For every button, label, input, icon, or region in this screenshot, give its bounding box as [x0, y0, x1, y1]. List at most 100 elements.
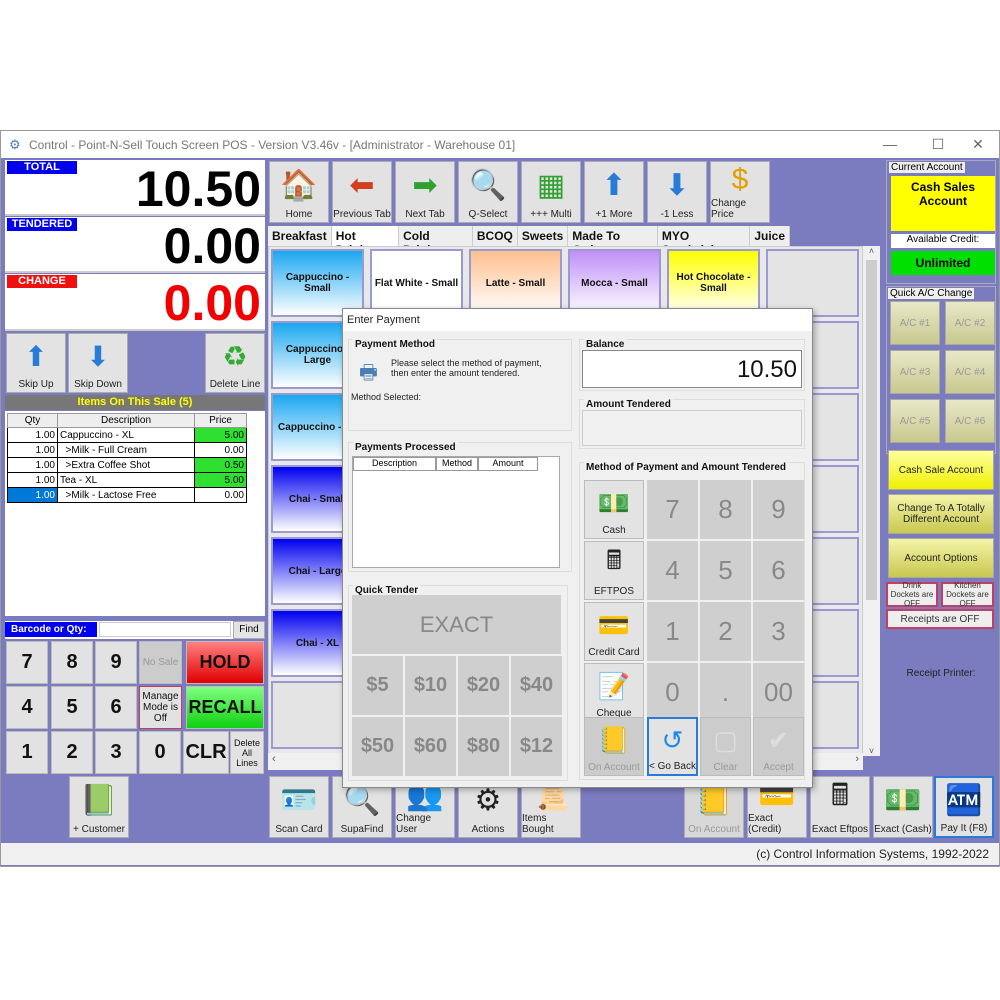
drink-dockets-toggle[interactable]: Drink Dockets are OFF: [886, 581, 938, 608]
tab-bcoq[interactable]: BCOQ: [473, 226, 518, 246]
maximize-button[interactable]: ☐: [917, 131, 959, 158]
on-account-button[interactable]: 📒 On Account: [584, 717, 644, 776]
keypad-0[interactable]: 0: [139, 731, 181, 774]
tab-cold-drinks[interactable]: Cold Drinks: [399, 226, 473, 257]
keypad-5[interactable]: 5: [51, 686, 93, 729]
sale-item-row[interactable]: 1.00 Tea - XL 5.00: [7, 472, 247, 488]
quick-tender-button[interactable]: $10: [405, 656, 456, 715]
keypad-3[interactable]: 3: [95, 731, 137, 774]
toolbar-1-more-button[interactable]: ⬆ +1 More: [584, 161, 644, 223]
quick-account-button[interactable]: A/C #1: [890, 301, 940, 345]
keypad-2[interactable]: 2: [51, 731, 93, 774]
clear-button[interactable]: ▢ Clear: [700, 717, 751, 776]
method-cheque-button[interactable]: 📝 Cheque: [584, 663, 644, 722]
barcode-input[interactable]: [99, 622, 231, 637]
quick-tender-button[interactable]: $50: [352, 717, 403, 776]
bottom-scan-card-button[interactable]: 🪪 Scan Card: [269, 776, 329, 838]
tab-juice[interactable]: Juice: [750, 226, 790, 246]
pay-pad-key[interactable]: 0: [647, 663, 698, 722]
scroll-left-icon[interactable]: ‹: [272, 753, 276, 765]
toolbar-next-tab-button[interactable]: ➡ Next Tab: [395, 161, 455, 223]
quick-tender-button[interactable]: $5: [352, 656, 403, 715]
keypad-8[interactable]: 8: [51, 641, 93, 684]
close-button[interactable]: ✕: [957, 131, 999, 158]
product-button[interactable]: Cappuccino - Small: [271, 249, 364, 317]
exact-button[interactable]: EXACT: [352, 595, 561, 654]
payments-list[interactable]: Description Method Amount: [352, 456, 560, 568]
accept-button[interactable]: ✔ Accept: [753, 717, 804, 776]
minimize-button[interactable]: —: [869, 131, 911, 158]
quick-tender-button[interactable]: $20: [458, 656, 509, 715]
product-button[interactable]: Latte - Small: [469, 249, 562, 317]
toolbar-previous-tab-button[interactable]: ⬅ Previous Tab: [332, 161, 392, 223]
manage-mode-button[interactable]: Manage Mode is Off: [139, 686, 182, 729]
sale-item-row[interactable]: 1.00 >Milk - Full Cream 0.00: [7, 442, 247, 458]
no-sale-button[interactable]: No Sale: [139, 641, 182, 684]
method-cash-button[interactable]: 💵 Cash: [584, 480, 644, 539]
pay-pad-key[interactable]: 3: [753, 602, 804, 661]
sale-item-row[interactable]: 1.00 >Extra Coffee Shot 0.50: [7, 457, 247, 473]
method-credit-card-button[interactable]: 💳 Credit Card: [584, 602, 644, 661]
quick-tender-button[interactable]: $12: [511, 717, 562, 776]
quick-tender-button[interactable]: $40: [511, 656, 562, 715]
tab-made-to-order[interactable]: Made To Order: [568, 226, 658, 257]
product-scrollbar-vertical[interactable]: ˄ ˅: [863, 246, 880, 756]
pay-pad-key[interactable]: 7: [647, 480, 698, 539]
pay-pad-key[interactable]: 8: [700, 480, 751, 539]
bottom-customer-button[interactable]: 📗 + Customer: [69, 776, 129, 838]
pay-pad-key[interactable]: 6: [753, 541, 804, 600]
toolbar-change-price-button[interactable]: $ Change Price: [710, 161, 770, 223]
quick-account-button[interactable]: A/C #3: [890, 350, 940, 394]
go-back-button[interactable]: ↺ < Go Back: [647, 717, 698, 776]
keypad-6[interactable]: 6: [95, 686, 137, 729]
toolbar-1-less-button[interactable]: ⬇ -1 Less: [647, 161, 707, 223]
pay-pad-key[interactable]: 00: [753, 663, 804, 722]
scroll-up-icon[interactable]: ˄: [863, 246, 880, 256]
account-options-button[interactable]: Account Options: [888, 538, 994, 578]
keypad-1[interactable]: 1: [6, 731, 48, 774]
keypad-7[interactable]: 7: [6, 641, 48, 684]
pay-pad-key[interactable]: 9: [753, 480, 804, 539]
keypad-9[interactable]: 9: [95, 641, 137, 684]
product-button[interactable]: Mocca - Small: [568, 249, 661, 317]
keypad-4[interactable]: 4: [6, 686, 48, 729]
receipts-toggle[interactable]: Receipts are OFF: [886, 609, 994, 629]
recall-button[interactable]: RECALL: [186, 686, 264, 729]
tab-sweets[interactable]: Sweets: [518, 226, 569, 246]
quick-account-button[interactable]: A/C #5: [890, 399, 940, 443]
scroll-thumb[interactable]: [866, 260, 877, 600]
product-button[interactable]: Flat White - Small: [370, 249, 463, 317]
quick-tender-button[interactable]: $80: [458, 717, 509, 776]
toolbar-q-select-button[interactable]: 🔍 Q-Select: [458, 161, 518, 223]
tab-breakfast[interactable]: Breakfast: [268, 226, 332, 246]
method-eftpos-button[interactable]: 🖩 EFTPOS: [584, 541, 644, 600]
pay-pad-key[interactable]: 4: [647, 541, 698, 600]
clr-button[interactable]: CLR: [183, 731, 229, 774]
delete-line-button[interactable]: ♻ Delete Line: [205, 333, 265, 393]
hold-button[interactable]: HOLD: [186, 641, 264, 684]
kitchen-dockets-toggle[interactable]: Kitchen Dockets are OFF: [941, 581, 994, 608]
toolbar-multi-button[interactable]: ▦ +++ Multi: [521, 161, 581, 223]
find-button[interactable]: Find: [233, 621, 265, 639]
pay-pad-key[interactable]: .: [700, 663, 751, 722]
quick-account-button[interactable]: A/C #4: [945, 350, 995, 394]
tab-myo-sandwich[interactable]: MYO Sandwich: [658, 226, 751, 257]
bottom-exact-eftpos-button[interactable]: 🖩 Exact Eftpos: [810, 776, 870, 838]
pay-pad-key[interactable]: 5: [700, 541, 751, 600]
quick-tender-button[interactable]: $60: [405, 717, 456, 776]
scroll-down-icon[interactable]: ˅: [863, 746, 880, 756]
sale-item-row[interactable]: 1.00 Cappuccino - XL 5.00: [7, 427, 247, 443]
sale-items-grid[interactable]: Qty Description Price 1.00 Cappuccino - X…: [5, 411, 265, 616]
toolbar-home-button[interactable]: 🏠 Home: [269, 161, 329, 223]
bottom-pay-it-f8-button[interactable]: 🏧 Pay It (F8): [934, 776, 994, 838]
skip-up-button[interactable]: ⬆ Skip Up: [6, 333, 66, 393]
sale-item-row[interactable]: 1.00 >Milk - Lactose Free 0.00: [7, 487, 247, 503]
tab-hot-drinks[interactable]: Hot Drinks: [331, 226, 400, 257]
delete-all-lines-button[interactable]: Delete All Lines: [230, 731, 264, 774]
bottom-exact-cash-button[interactable]: 💵 Exact (Cash): [873, 776, 933, 838]
product-button[interactable]: Hot Chocolate - Small: [667, 249, 760, 317]
change-account-button[interactable]: Change To A Totally Different Account: [888, 494, 994, 534]
quick-account-button[interactable]: A/C #6: [945, 399, 995, 443]
pay-pad-key[interactable]: 2: [700, 602, 751, 661]
skip-down-button[interactable]: ⬇ Skip Down: [68, 333, 128, 393]
